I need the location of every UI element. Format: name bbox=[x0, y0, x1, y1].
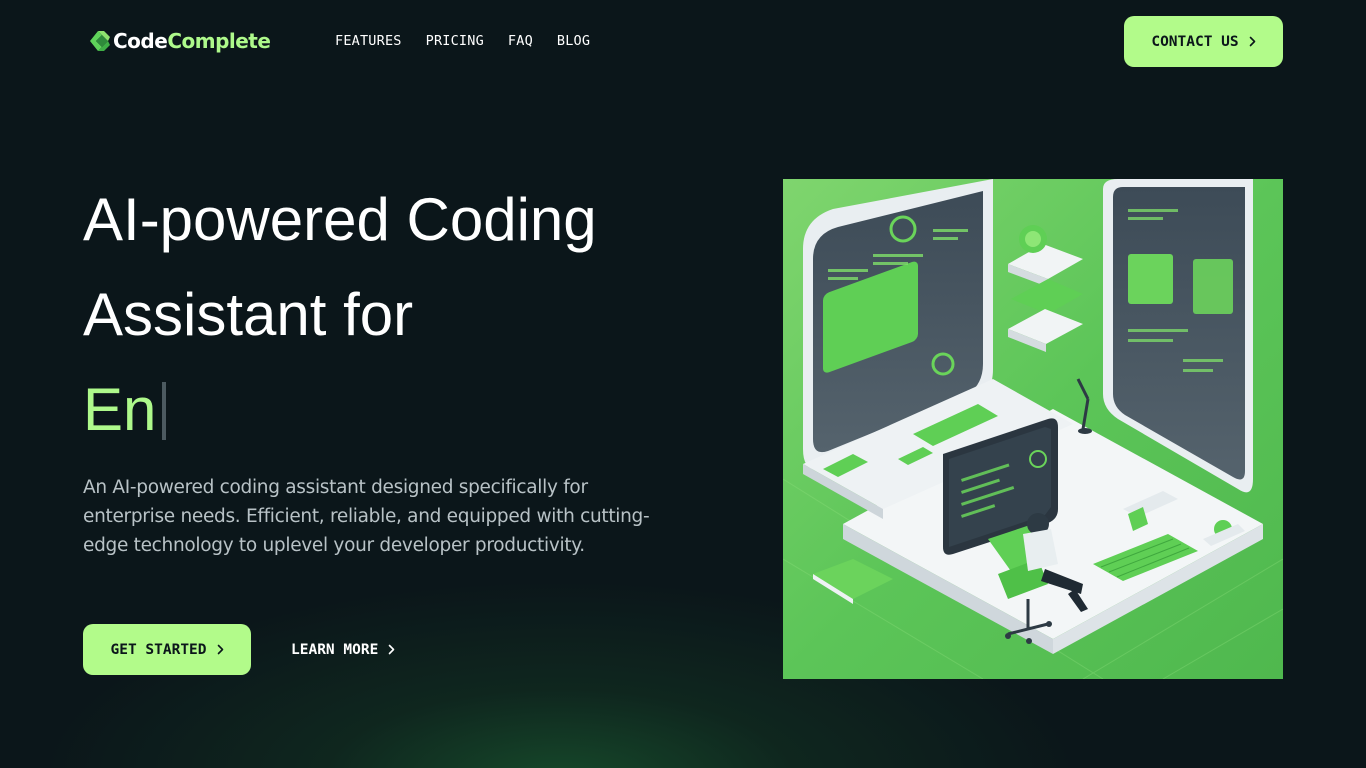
chevron-right-icon bbox=[1249, 36, 1255, 47]
hero-title-line-3: En bbox=[83, 362, 723, 457]
chevron-right-icon bbox=[389, 644, 395, 655]
logo-text-complete: Complete bbox=[167, 29, 271, 53]
hero-illustration bbox=[783, 179, 1283, 679]
nav-link-pricing[interactable]: PRICING bbox=[426, 33, 484, 49]
logo[interactable]: CodeComplete bbox=[88, 28, 271, 54]
hero-title: AI-powered Coding Assistant for En bbox=[83, 172, 723, 457]
get-started-button[interactable]: GET STARTED bbox=[83, 624, 251, 675]
main-nav: FEATURES PRICING FAQ BLOG bbox=[335, 33, 590, 49]
site-header: CodeComplete FEATURES PRICING FAQ BLOG C… bbox=[0, 0, 1366, 84]
learn-more-label: LEARN MORE bbox=[291, 641, 379, 658]
hero-title-line-2: Assistant for bbox=[83, 281, 414, 348]
logo-mark-icon bbox=[90, 31, 110, 51]
nav-link-faq[interactable]: FAQ bbox=[508, 33, 533, 49]
get-started-label: GET STARTED bbox=[110, 641, 207, 658]
developer-workstation-illustration bbox=[783, 179, 1283, 679]
hero-title-line-1: AI-powered Coding bbox=[83, 186, 597, 253]
nav-link-features[interactable]: FEATURES bbox=[335, 33, 402, 49]
hero-description: An AI-powered coding assistant designed … bbox=[83, 477, 650, 556]
logo-text: CodeComplete bbox=[113, 29, 271, 53]
chevron-right-icon bbox=[217, 644, 223, 655]
typed-text: En bbox=[83, 376, 157, 443]
learn-more-button[interactable]: LEARN MORE bbox=[291, 624, 395, 675]
contact-us-label: CONTACT US bbox=[1151, 33, 1239, 50]
typing-cursor bbox=[162, 382, 167, 440]
contact-us-button[interactable]: CONTACT US bbox=[1124, 16, 1283, 67]
nav-link-blog[interactable]: BLOG bbox=[557, 33, 590, 49]
logo-text-code: Code bbox=[113, 29, 168, 53]
